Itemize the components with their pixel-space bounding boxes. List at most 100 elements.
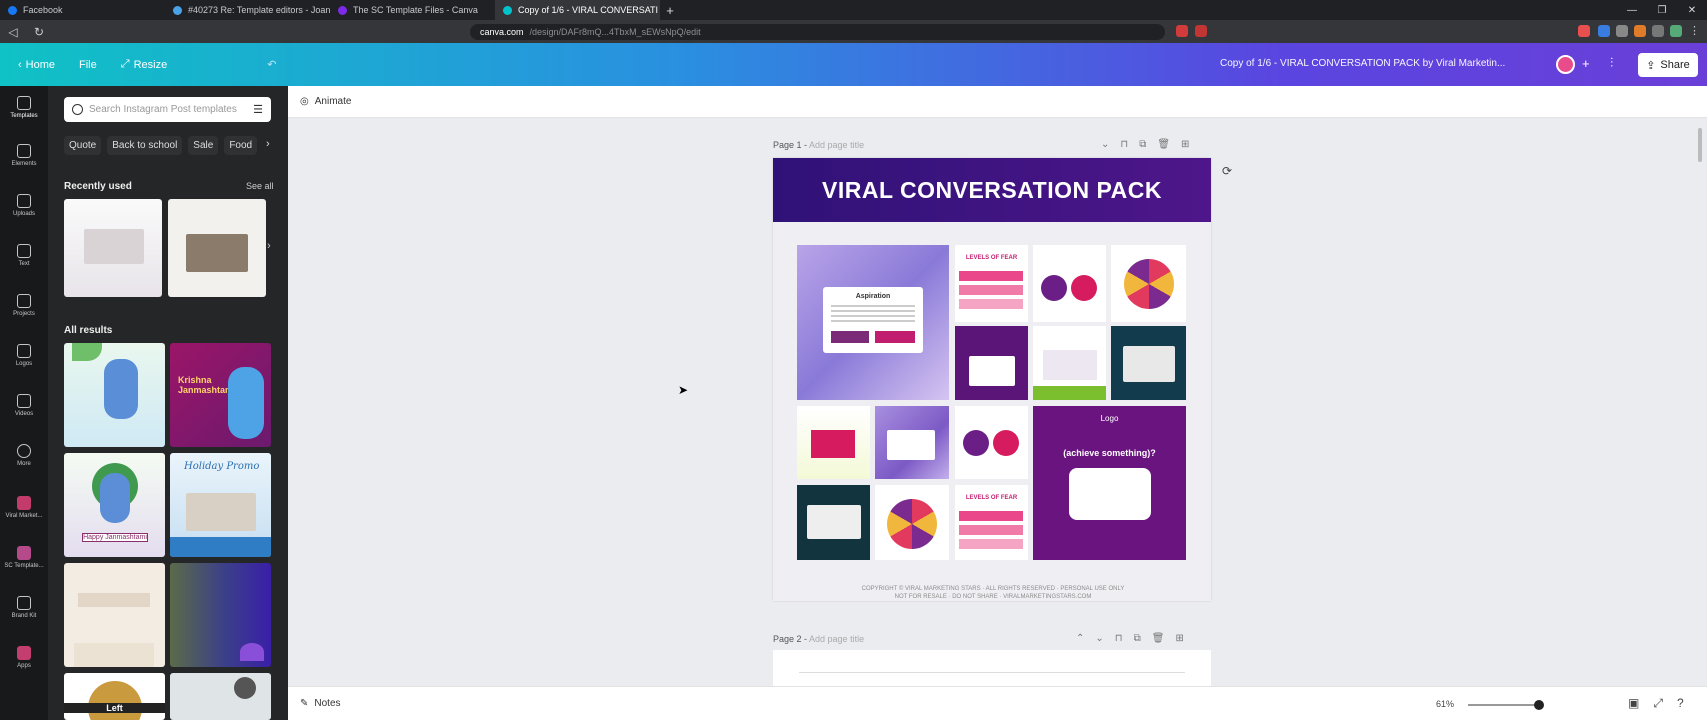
page-title-input[interactable]: Add page title xyxy=(809,634,864,644)
rail-more[interactable]: More xyxy=(0,444,48,467)
add-collaborator-icon[interactable]: + xyxy=(1582,56,1590,71)
extension-icon[interactable] xyxy=(1176,25,1188,37)
design-tile-achieve[interactable]: Logo (achieve something)? xyxy=(1033,406,1186,560)
chevron-right-icon[interactable]: › xyxy=(266,138,270,150)
design-tile-circles[interactable] xyxy=(1033,245,1106,322)
browser-menu-icon[interactable]: ⋮ xyxy=(1689,24,1700,37)
resize-button[interactable]: ⤢ Resize xyxy=(121,58,167,71)
template-thumbnail[interactable] xyxy=(64,563,165,667)
rail-brand-kit[interactable]: Brand Kit xyxy=(0,596,48,619)
rail-elements[interactable]: Elements xyxy=(0,144,48,167)
browser-tab-facebook[interactable]: Facebook xyxy=(0,0,165,20)
design-tile-green[interactable] xyxy=(1033,326,1106,400)
url-field[interactable]: canva.com/design/DAFr8mQ...4TbxM_sEWsNpQ… xyxy=(470,24,1165,40)
help-icon[interactable]: ? xyxy=(1677,696,1684,711)
rail-uploads[interactable]: Uploads xyxy=(0,194,48,217)
design-tile-aspiration[interactable]: Aspiration xyxy=(797,245,949,400)
see-all-link[interactable]: See all xyxy=(246,181,274,191)
new-tab-button[interactable]: + xyxy=(660,0,680,20)
template-search-input[interactable]: Search Instagram Post templates ☰ xyxy=(64,97,271,122)
browser-tab-ticket[interactable]: #40273 Re: Template editors - Joanna xyxy=(165,0,330,20)
delete-page-icon[interactable]: 🗑 xyxy=(1152,633,1165,644)
design-tile-hexagon[interactable] xyxy=(1111,245,1186,322)
duplicate-page-icon[interactable]: ⧉ xyxy=(1134,633,1141,644)
recent-template-thumbnail[interactable] xyxy=(168,199,266,297)
add-page-icon[interactable]: ⊞ xyxy=(1181,139,1189,150)
extension-icon[interactable] xyxy=(1616,25,1628,37)
rail-projects[interactable]: Projects xyxy=(0,294,48,317)
notes-button[interactable]: ✎ Notes xyxy=(300,698,341,709)
add-comment-icon[interactable]: ⟳ xyxy=(1222,164,1238,180)
zoom-slider[interactable] xyxy=(1468,700,1544,710)
browser-tab-viral-pack[interactable]: Copy of 1/6 - VIRAL CONVERSATI ✕ xyxy=(495,0,660,20)
design-tile-levels-2[interactable]: LEVELS OF FEAR xyxy=(955,485,1028,560)
design-tile-dark[interactable] xyxy=(797,485,870,560)
design-tile-hexagon-2[interactable] xyxy=(875,485,949,560)
share-button[interactable]: ⇪ Share xyxy=(1638,53,1698,77)
grid-view-icon[interactable]: ▣ xyxy=(1628,696,1639,711)
extension-icon[interactable] xyxy=(1598,25,1610,37)
lock-icon[interactable]: ⊓ xyxy=(1115,633,1123,644)
file-menu-button[interactable]: File xyxy=(79,59,97,71)
design-tile-question[interactable] xyxy=(955,326,1028,400)
back-icon[interactable]: ◁ xyxy=(0,25,26,39)
design-tile-circles-2[interactable] xyxy=(955,406,1028,479)
undo-icon[interactable]: ↶ xyxy=(267,58,276,71)
rail-folder-viral[interactable]: Viral Market... xyxy=(0,496,48,519)
recent-template-thumbnail[interactable] xyxy=(64,199,162,297)
duplicate-page-icon[interactable]: ⧉ xyxy=(1139,139,1146,150)
close-window-icon[interactable]: ✕ xyxy=(1677,5,1707,16)
add-page-icon[interactable]: ⊞ xyxy=(1175,633,1183,644)
design-tile-teal[interactable] xyxy=(1111,326,1186,400)
minimize-icon[interactable]: — xyxy=(1617,5,1647,16)
chevron-up-icon[interactable]: ⌃ xyxy=(1076,633,1084,644)
chip-sale[interactable]: Sale xyxy=(188,136,219,155)
rail-videos[interactable]: Videos xyxy=(0,394,48,417)
extensions-puzzle-icon[interactable] xyxy=(1652,25,1664,37)
template-thumbnail[interactable] xyxy=(64,343,165,447)
browser-tab-sc-template[interactable]: The SC Template Files - Canva xyxy=(330,0,495,20)
lock-icon[interactable]: ⊓ xyxy=(1120,139,1128,150)
banner-title[interactable]: VIRAL CONVERSATION PACK xyxy=(773,158,1211,222)
chip-food[interactable]: Food xyxy=(224,136,258,155)
design-tile-levels[interactable]: LEVELS OF FEAR xyxy=(955,245,1028,322)
page-title-input[interactable]: Add page title xyxy=(809,140,864,150)
profile-avatar-icon[interactable] xyxy=(1670,25,1682,37)
rail-folder-sc[interactable]: SC Template... xyxy=(0,546,48,569)
rail-logos[interactable]: Logos xyxy=(0,344,48,367)
extension-icon[interactable] xyxy=(1634,25,1646,37)
template-thumbnail[interactable]: Happy Janmashtami xyxy=(64,453,165,557)
rail-text[interactable]: Text xyxy=(0,244,48,267)
home-button[interactable]: ‹ Home xyxy=(18,59,55,71)
zoom-level[interactable]: 61% xyxy=(1436,699,1454,709)
design-tile-purple-sky[interactable] xyxy=(875,406,949,479)
template-thumbnail[interactable] xyxy=(170,673,271,720)
zoom-slider-knob[interactable] xyxy=(1534,700,1544,710)
delete-page-icon[interactable]: 🗑 xyxy=(1157,139,1170,150)
rail-templates[interactable]: Templates xyxy=(0,96,48,119)
filter-icon[interactable]: ☰ xyxy=(253,103,263,116)
extension-icon[interactable] xyxy=(1195,25,1207,37)
maximize-icon[interactable]: ❐ xyxy=(1647,5,1677,16)
template-thumbnail[interactable]: Left xyxy=(64,673,165,720)
document-title[interactable]: Copy of 1/6 - VIRAL CONVERSATION PACK by… xyxy=(1220,58,1505,69)
template-thumbnail[interactable]: Krishna Janmashtami xyxy=(170,343,271,447)
reload-icon[interactable]: ↻ xyxy=(26,25,52,39)
analytics-icon[interactable]: ⫶ xyxy=(1610,55,1613,71)
vertical-scrollbar[interactable] xyxy=(1698,128,1702,162)
template-thumbnail[interactable]: Holiday Promo xyxy=(170,453,271,557)
chip-quote[interactable]: Quote xyxy=(64,136,102,155)
template-thumbnail[interactable] xyxy=(170,563,271,667)
user-avatar[interactable] xyxy=(1556,55,1575,74)
chevron-down-icon[interactable]: ⌄ xyxy=(1095,633,1103,644)
chip-back-to-school[interactable]: Back to school xyxy=(107,136,183,155)
chevron-right-icon[interactable]: › xyxy=(267,240,271,252)
page-2-canvas[interactable] xyxy=(773,650,1211,686)
design-tile-yellowgreen[interactable] xyxy=(797,406,870,479)
animate-button[interactable]: Animate xyxy=(315,96,352,107)
extension-icon[interactable] xyxy=(1578,25,1590,37)
rail-apps[interactable]: Apps xyxy=(0,646,48,669)
page-1-canvas[interactable]: VIRAL CONVERSATION PACK Aspiration LEVEL… xyxy=(773,158,1211,601)
fullscreen-icon[interactable]: ⤢ xyxy=(1653,696,1663,711)
chevron-down-icon[interactable]: ⌄ xyxy=(1101,139,1109,150)
